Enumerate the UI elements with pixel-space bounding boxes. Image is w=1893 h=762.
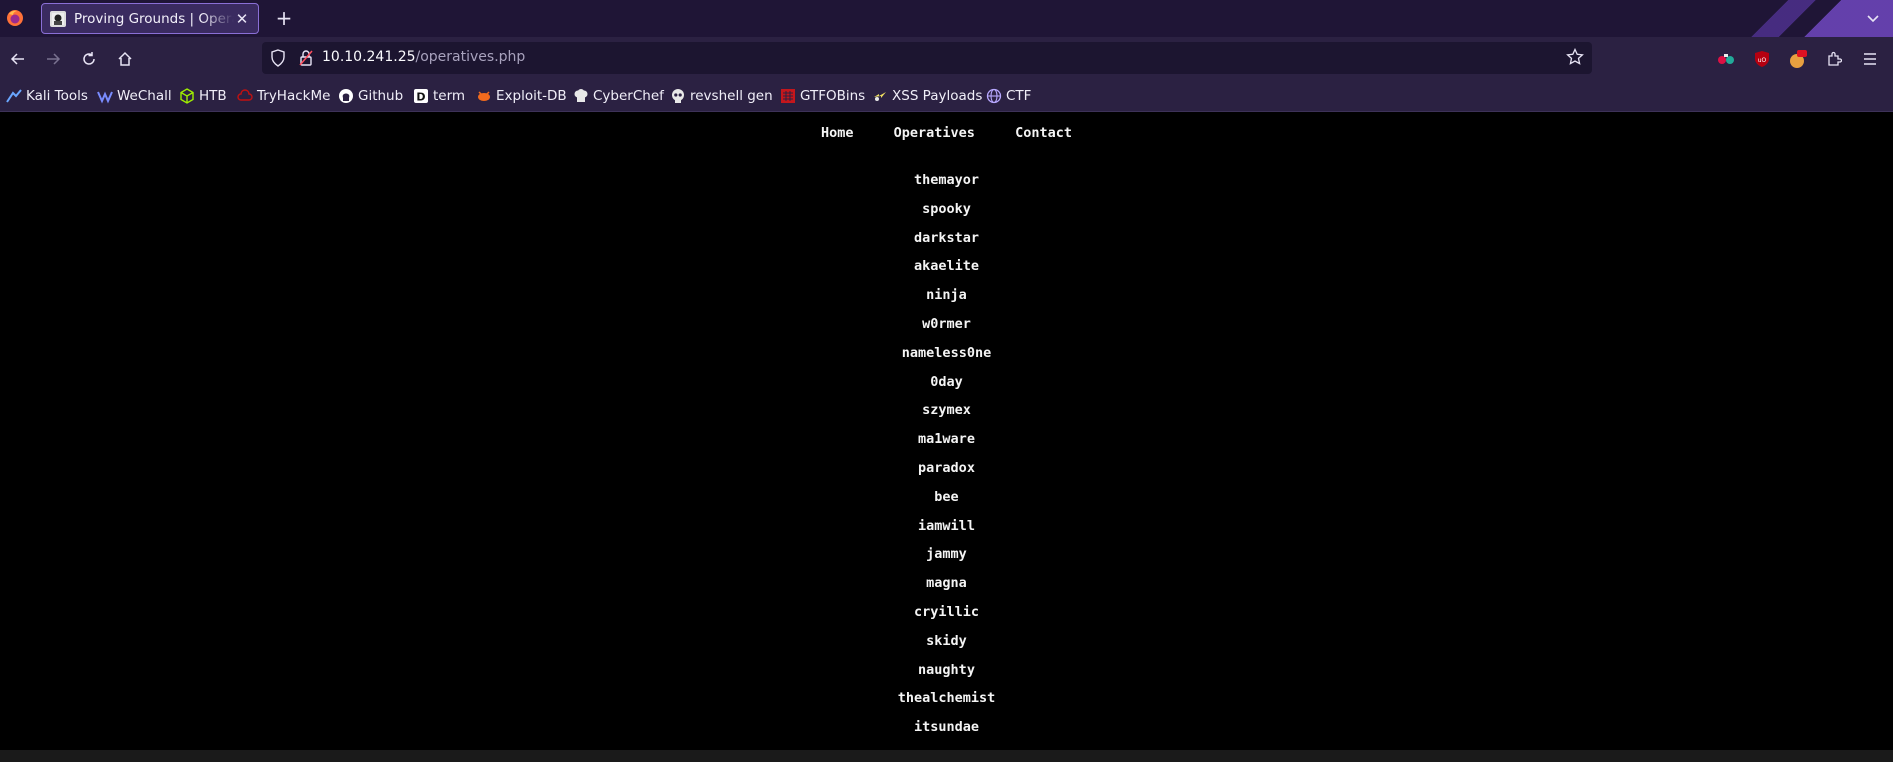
operative-item: thealchemist <box>897 690 996 707</box>
chef-hat-icon <box>573 88 589 104</box>
bookmark-revshell-gen[interactable]: revshell gen <box>670 87 773 105</box>
forward-icon[interactable] <box>40 46 66 72</box>
operative-item: skidy <box>926 632 967 649</box>
bookmark-tryhackme[interactable]: TryHackMe <box>237 87 330 105</box>
bookmark-github[interactable]: Github <box>338 87 403 105</box>
bookmark-cyberchef[interactable]: CyberChef <box>573 87 664 105</box>
bookmark-term[interactable]: D term <box>413 87 465 105</box>
insecure-lock-icon[interactable] <box>298 49 314 67</box>
operatives-list: themayor spooky darkstar akaelite ninja w0rme… <box>0 173 1893 749</box>
svg-text:uO: uO <box>1758 57 1767 64</box>
active-tab[interactable]: Proving Grounds | Operatives ✕ <box>41 3 259 34</box>
operative-item: naughty <box>918 661 975 678</box>
bookmark-xss-payloads[interactable]: XSS Payloads <box>872 87 982 105</box>
url-host: 10.10.241.25 <box>322 49 416 65</box>
shield-icon[interactable] <box>270 49 286 67</box>
nav-operatives-link[interactable]: Operatives <box>894 125 975 141</box>
bookmark-label: Github <box>358 88 404 104</box>
navigation-toolbar: 10.10.241.25/operatives.php uO <box>0 37 1893 81</box>
globe-icon <box>986 88 1002 104</box>
operative-item: spooky <box>922 200 971 217</box>
back-icon[interactable] <box>5 46 31 72</box>
bookmark-label: HTB <box>199 88 227 104</box>
operative-item: bee <box>934 488 959 505</box>
skull-icon <box>670 88 686 104</box>
ublock-origin-icon[interactable]: uO <box>1749 46 1775 72</box>
gtfobins-icon <box>780 88 796 104</box>
horizontal-scrollbar[interactable] <box>0 750 1893 762</box>
new-tab-icon[interactable]: + <box>273 7 295 29</box>
url-text[interactable]: 10.10.241.25/operatives.php <box>322 49 525 65</box>
operative-item: ninja <box>926 287 967 304</box>
extension-glasses-icon[interactable] <box>1713 46 1739 72</box>
operative-item: iamwill <box>918 517 975 534</box>
bookmark-kali-tools[interactable]: Kali Tools <box>6 87 88 105</box>
operative-item: darkstar <box>913 229 980 246</box>
home-icon[interactable] <box>112 46 138 72</box>
close-tab-icon[interactable]: ✕ <box>234 10 250 28</box>
exploitdb-bug-icon <box>476 88 492 104</box>
tab-title: Proving Grounds | Operatives <box>74 10 234 27</box>
bookmark-star-icon[interactable] <box>1566 48 1584 66</box>
nav-home-link[interactable]: Home <box>821 125 854 141</box>
operative-item: jammy <box>926 546 967 563</box>
bookmark-label: GTFOBins <box>800 88 866 104</box>
site-nav: Home Operatives Contact <box>0 125 1893 141</box>
xss-icon <box>872 88 888 104</box>
chevron-down-icon[interactable] <box>1863 8 1883 28</box>
bookmark-label: TryHackMe <box>257 88 331 104</box>
operative-item: paradox <box>918 459 975 476</box>
bookmark-gtfobins[interactable]: GTFOBins <box>780 87 865 105</box>
operative-item: nameless0ne <box>901 344 992 361</box>
term-d-icon: D <box>413 88 429 104</box>
bookmark-label: WeChall <box>117 88 172 104</box>
operative-item: 0day <box>930 373 963 390</box>
github-icon <box>338 88 354 104</box>
htb-cube-icon <box>179 88 195 104</box>
operative-item: cryillic <box>913 603 980 620</box>
bookmark-label: CyberChef <box>593 88 664 104</box>
url-bar[interactable]: 10.10.241.25/operatives.php <box>262 42 1592 74</box>
operative-item: itsundae <box>913 719 980 736</box>
extensions-puzzle-icon[interactable] <box>1821 46 1847 72</box>
extension-badge-icon[interactable] <box>1785 46 1811 72</box>
wechall-icon <box>97 88 113 104</box>
url-path: /operatives.php <box>415 49 526 65</box>
operative-item: themayor <box>913 172 980 188</box>
operative-item: ma1ware <box>918 431 975 448</box>
page-content: Home Operatives Contact themayor spooky da… <box>0 112 1893 750</box>
kali-dragon-icon <box>6 88 22 104</box>
bookmark-exploit-db[interactable]: Exploit-DB <box>476 87 567 105</box>
bookmark-ctf[interactable]: CTF <box>986 87 1031 105</box>
bookmark-label: Exploit-DB <box>496 88 567 104</box>
bookmark-label: CTF <box>1006 88 1032 104</box>
svg-text:D: D <box>416 91 425 104</box>
bookmark-label: XSS Payloads <box>892 88 983 104</box>
bookmark-wechall[interactable]: WeChall <box>97 87 172 105</box>
operative-item: magna <box>926 575 967 592</box>
tryhackme-cloud-icon <box>237 88 253 104</box>
bookmark-htb[interactable]: HTB <box>179 87 227 105</box>
bookmark-label: term <box>433 88 466 104</box>
bookmarks-toolbar: Kali Tools WeChall HTB TryHackMe Github … <box>0 81 1893 112</box>
hamburger-menu-icon[interactable] <box>1857 46 1883 72</box>
firefox-menu-icon[interactable] <box>6 9 24 27</box>
bookmark-label: revshell gen <box>690 88 773 104</box>
site-favicon-icon <box>50 10 66 27</box>
operative-item: szymex <box>922 402 971 419</box>
operative-item: w0rmer <box>922 315 971 332</box>
bookmark-label: Kali Tools <box>26 88 88 104</box>
nav-contact-link[interactable]: Contact <box>1015 125 1072 141</box>
tab-strip: Proving Grounds | Operatives ✕ + <box>0 0 1893 37</box>
operative-item: akaelite <box>913 258 980 275</box>
reload-icon[interactable] <box>76 46 102 72</box>
